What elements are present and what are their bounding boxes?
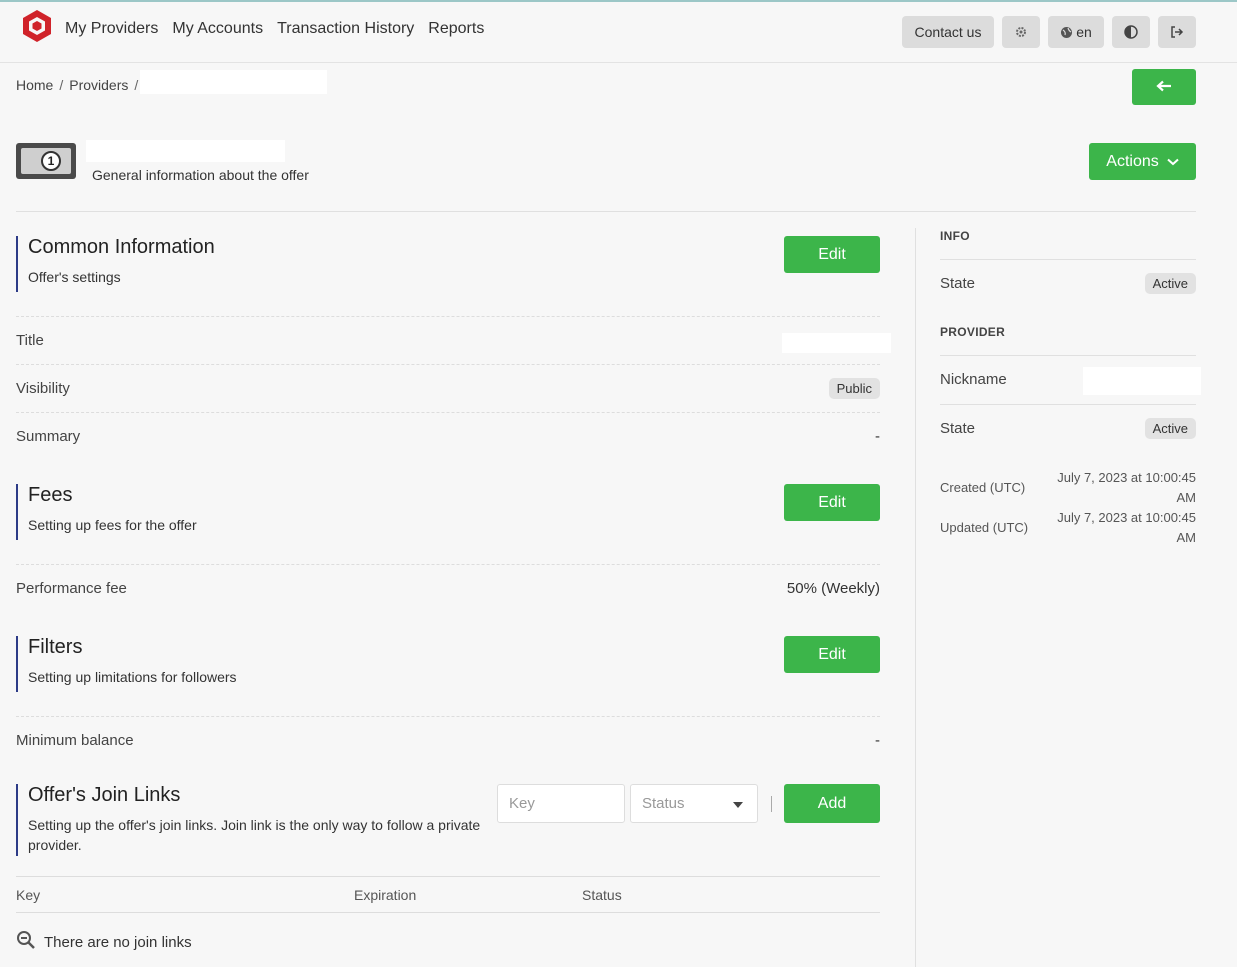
row-label: Title (16, 332, 44, 349)
redacted-offer-title (86, 140, 285, 162)
gear-icon (1015, 26, 1027, 38)
contact-us-button[interactable]: Contact us (902, 16, 994, 48)
nav-my-providers[interactable]: My Providers (65, 20, 158, 38)
created-row: Created (UTC) July 7, 2023 at 10:00:45 A… (940, 468, 1196, 508)
breadcrumb-separator: / (134, 77, 139, 93)
row-label: State (940, 275, 976, 292)
row-summary: Summary - (16, 412, 880, 460)
top-navbar: My Providers My Accounts Transaction His… (0, 2, 1237, 63)
section-subtitle: Setting up the offer's join links. Join … (28, 817, 481, 853)
row-value: - (875, 428, 880, 445)
section-subtitle: Setting up limitations for followers (28, 669, 237, 685)
fees-header: Fees Setting up fees for the offer (16, 484, 197, 540)
section-title: Filters (28, 636, 83, 658)
logout-button[interactable] (1158, 16, 1196, 48)
breadcrumb-separator: / (59, 77, 64, 93)
contrast-icon (1124, 25, 1138, 39)
created-value: July 7, 2023 at 10:00:45 AM (1057, 470, 1196, 505)
chevron-down-icon (1167, 153, 1179, 171)
divider (771, 796, 772, 812)
empty-state: There are no join links (16, 930, 192, 954)
redacted-nickname (1083, 367, 1201, 395)
nav-transaction-history[interactable]: Transaction History (277, 20, 414, 38)
breadcrumb: Home / Providers / (16, 77, 144, 93)
nav-my-accounts[interactable]: My Accounts (172, 20, 263, 38)
row-label: Performance fee (16, 580, 127, 597)
language-button[interactable]: en (1048, 16, 1104, 48)
info-title: INFO (940, 229, 970, 243)
empty-text: There are no join links (44, 933, 192, 951)
row-value: - (875, 732, 880, 749)
section-subtitle: Setting up fees for the offer (28, 517, 197, 533)
row-label: Minimum balance (16, 732, 134, 749)
add-join-link-button[interactable]: Add (784, 784, 880, 823)
nav-reports[interactable]: Reports (428, 20, 484, 38)
join-links-header: Offer's Join Links Setting up the offer'… (16, 784, 486, 856)
row-performance-fee: Performance fee 50% (Weekly) (16, 564, 880, 612)
language-label: en (1076, 24, 1092, 40)
col-key[interactable]: Key (16, 887, 40, 903)
status-placeholder: Status (642, 795, 685, 812)
info-state-row: State Active (940, 259, 1196, 307)
updated-value: July 7, 2023 at 10:00:45 AM (1057, 510, 1196, 545)
updated-label: Updated (UTC) (940, 520, 1029, 535)
globe-icon (1060, 26, 1073, 39)
breadcrumb-providers[interactable]: Providers (69, 77, 128, 93)
col-expiration[interactable]: Expiration (354, 887, 416, 903)
settings-button[interactable] (1002, 16, 1040, 48)
row-label: Visibility (16, 380, 70, 397)
logout-icon (1170, 25, 1184, 39)
common-info-header: Common Information Offer's settings (16, 236, 215, 292)
row-label: Summary (16, 428, 81, 445)
header-divider (16, 211, 1196, 212)
visibility-badge: Public (828, 378, 880, 399)
brand-logo-icon[interactable] (22, 9, 52, 43)
offer-icon: 1 (16, 143, 76, 179)
main-nav: My Providers My Accounts Transaction His… (65, 20, 484, 38)
section-subtitle: Offer's settings (28, 269, 121, 285)
status-select[interactable]: Status (630, 784, 758, 823)
row-label: State (940, 420, 976, 437)
row-label: Nickname (940, 371, 1007, 388)
state-badge: Active (1144, 418, 1196, 439)
redacted-breadcrumb-current (140, 70, 327, 94)
edit-filters-button[interactable]: Edit (784, 636, 880, 673)
caret-down-icon (733, 795, 743, 812)
zoom-out-icon (16, 930, 36, 954)
back-button[interactable] (1132, 69, 1196, 105)
key-input[interactable]: Key (497, 784, 625, 823)
page-subtitle: General information about the offer (92, 167, 309, 183)
redacted-title-value (782, 333, 891, 353)
section-title: Fees (28, 484, 73, 506)
coin-one-icon: 1 (41, 151, 61, 171)
actions-label: Actions (1106, 152, 1159, 170)
breadcrumb-home[interactable]: Home (16, 77, 53, 93)
filters-header: Filters Setting up limitations for follo… (16, 636, 237, 692)
edit-fees-button[interactable]: Edit (784, 484, 880, 521)
col-status[interactable]: Status (582, 887, 622, 903)
created-label: Created (UTC) (940, 480, 1026, 495)
state-badge: Active (1144, 273, 1196, 294)
actions-dropdown-button[interactable]: Actions (1089, 143, 1196, 180)
provider-state-row: State Active (940, 404, 1196, 452)
section-title: Offer's Join Links (28, 784, 181, 806)
row-title: Title (16, 316, 880, 364)
section-title: Common Information (28, 236, 215, 258)
theme-toggle-button[interactable] (1112, 16, 1150, 48)
sidebar-divider (915, 228, 916, 967)
join-links-table-header: Key Expiration Status (16, 876, 880, 913)
updated-row: Updated (UTC) July 7, 2023 at 10:00:45 A… (940, 508, 1196, 548)
row-minimum-balance: Minimum balance - (16, 716, 880, 764)
edit-common-button[interactable]: Edit (784, 236, 880, 273)
arrow-left-icon (1156, 79, 1172, 95)
row-visibility: Visibility Public (16, 364, 880, 412)
provider-title: PROVIDER (940, 325, 1006, 339)
row-value: 50% (Weekly) (786, 580, 880, 597)
